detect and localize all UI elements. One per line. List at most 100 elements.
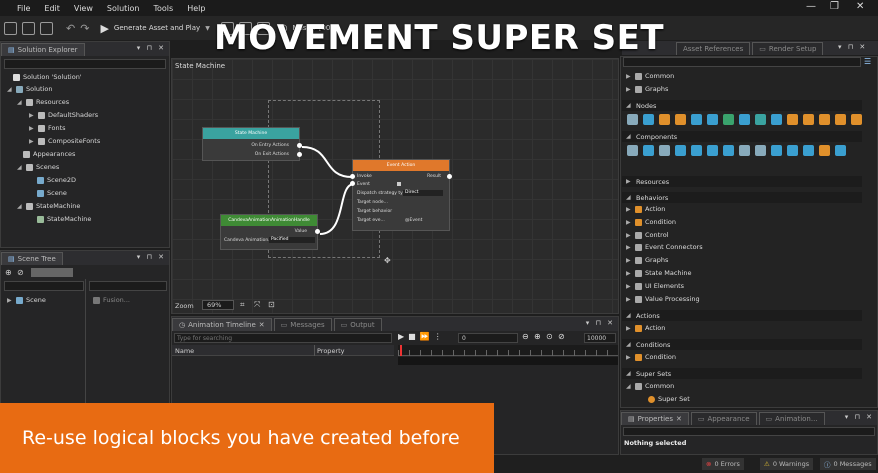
stop-icon[interactable]: ■: [408, 332, 416, 341]
node-briefcase-icon[interactable]: [659, 114, 670, 125]
behavior-ui-elements[interactable]: ▶ UI Elements: [626, 282, 684, 290]
behavior-event-connectors[interactable]: ▶ Event Connectors: [626, 243, 703, 251]
link-icon[interactable]: ⊘: [17, 268, 24, 277]
event-checkbox[interactable]: [397, 182, 401, 186]
zoom-selection-icon[interactable]: ⊡: [268, 300, 275, 309]
menu-file[interactable]: File: [10, 4, 37, 13]
collapse-icon[interactable]: ▶: [29, 138, 35, 145]
node-circle-icon[interactable]: [739, 114, 750, 125]
collapse-icon[interactable]: ▶: [626, 354, 632, 361]
expand-icon[interactable]: ◢: [626, 370, 632, 377]
tab-properties[interactable]: ▤ Properties ✕: [621, 412, 689, 425]
section-resources[interactable]: ▶ Resources: [622, 176, 862, 187]
menu-tools[interactable]: Tools: [146, 4, 180, 13]
collapse-icon[interactable]: ▶: [626, 296, 632, 303]
tree-solution[interactable]: ◢ Solution: [7, 85, 52, 93]
behavior-condition[interactable]: ▶ Condition: [626, 218, 676, 226]
component-camera-icon[interactable]: [803, 145, 814, 156]
component-group-icon[interactable]: [787, 145, 798, 156]
section-components[interactable]: ◢ Components: [622, 131, 862, 142]
column-divider[interactable]: [314, 345, 315, 356]
menu-solution[interactable]: Solution: [100, 4, 147, 13]
warnings-button[interactable]: ⚠ 0 Warnings: [760, 458, 814, 470]
collapse-icon[interactable]: ▶: [626, 232, 632, 239]
panel-pin-icon[interactable]: ▾ ⊓ ✕: [845, 413, 874, 421]
collapse-icon[interactable]: ▶: [626, 244, 632, 251]
fusion-item[interactable]: Fusion...: [93, 296, 130, 304]
playhead[interactable]: [400, 345, 402, 356]
fit-range-icon[interactable]: ⊘: [558, 332, 565, 341]
library-graphs[interactable]: ▶ Graphs: [626, 85, 668, 93]
node-layout-icon[interactable]: [771, 114, 782, 125]
keyframe-icon[interactable]: ⋮: [434, 332, 442, 341]
node-flow-icon[interactable]: [851, 114, 862, 125]
zoom-in-icon[interactable]: ⊕: [534, 332, 541, 341]
node-curve-icon[interactable]: [835, 114, 846, 125]
node-text-icon[interactable]: [787, 114, 798, 125]
collapse-icon[interactable]: ▶: [7, 297, 13, 304]
zoom-range-icon[interactable]: ⊙: [546, 332, 553, 341]
panel-pin-icon[interactable]: ▾ ⊓ ✕: [137, 253, 166, 261]
component-grid-icon[interactable]: [627, 145, 638, 156]
properties-search-input[interactable]: [623, 427, 875, 436]
input-port[interactable]: [350, 181, 355, 186]
node-animation-handle[interactable]: CandevaAnimationAnimationHandle Value Ca…: [220, 214, 320, 250]
section-behaviors[interactable]: ◢ Behaviors: [622, 192, 862, 203]
tree-scene[interactable]: Scene: [37, 189, 67, 197]
play-icon[interactable]: ▶: [398, 332, 404, 341]
actions-action[interactable]: ▶ Action: [626, 324, 665, 332]
tab-animation-timeline[interactable]: ◷ Animation Timeline ✕: [172, 318, 272, 331]
component-box-icon[interactable]: [819, 145, 830, 156]
component-refresh-icon[interactable]: [675, 145, 686, 156]
expand-icon[interactable]: ◢: [626, 133, 632, 140]
tree-appearances[interactable]: Appearances: [23, 150, 75, 158]
tree-fonts[interactable]: ▶ Fonts: [29, 124, 66, 132]
collapse-icon[interactable]: ▶: [626, 86, 632, 93]
collapse-icon[interactable]: ▶: [29, 112, 35, 119]
timeline-track[interactable]: [398, 357, 618, 365]
behavior-action[interactable]: ▶ Action: [626, 205, 665, 213]
tree-scenes[interactable]: ◢ Scenes: [17, 163, 59, 171]
close-icon[interactable]: ✕: [676, 415, 682, 423]
close-icon[interactable]: ✕: [259, 321, 265, 329]
expand-icon[interactable]: ◢: [626, 341, 632, 348]
node-refresh-icon[interactable]: [803, 114, 814, 125]
behavior-graphs[interactable]: ▶ Graphs: [626, 256, 668, 264]
collapse-icon[interactable]: ▶: [626, 257, 632, 264]
collapse-icon[interactable]: ▶: [626, 178, 632, 185]
property-search-input[interactable]: [89, 281, 167, 291]
output-port[interactable]: [447, 174, 452, 179]
expand-icon[interactable]: ◢: [626, 383, 632, 390]
node-event-action[interactable]: Event Action Invoke Result Event Dispatc…: [350, 159, 452, 231]
scene-search-input[interactable]: [4, 281, 84, 291]
time-start-input[interactable]: 0: [458, 333, 518, 343]
section-conditions[interactable]: ◢ Conditions: [622, 339, 862, 350]
filter-icon[interactable]: ⊕: [5, 268, 12, 277]
collapse-icon[interactable]: ▶: [626, 325, 632, 332]
menu-help[interactable]: Help: [180, 4, 212, 13]
component-marker-icon[interactable]: [835, 145, 846, 156]
output-port[interactable]: [297, 143, 302, 148]
expand-icon[interactable]: ◢: [626, 194, 632, 201]
column-name[interactable]: Name: [175, 347, 194, 355]
fit-icon[interactable]: ⌗: [240, 300, 245, 310]
time-end-input[interactable]: 10000: [584, 333, 616, 343]
super-sets-common[interactable]: ◢ Common: [626, 382, 674, 390]
expand-icon[interactable]: ◢: [17, 164, 23, 171]
output-port[interactable]: [297, 152, 302, 157]
tab-scene-tree[interactable]: ▤ Scene Tree: [1, 252, 63, 265]
tab-messages[interactable]: ▭ Messages: [273, 318, 332, 331]
component-cycle-icon[interactable]: [723, 145, 734, 156]
node-heart-icon[interactable]: [707, 114, 718, 125]
fast-forward-icon[interactable]: ⏩: [420, 332, 430, 341]
expand-icon[interactable]: ◢: [7, 86, 13, 93]
tab-output[interactable]: ▭ Output: [333, 318, 382, 331]
solution-search-input[interactable]: [4, 59, 166, 69]
component-text-icon[interactable]: [739, 145, 750, 156]
tree-default-shaders[interactable]: ▶ DefaultShaders: [29, 111, 98, 119]
collapse-icon[interactable]: ▶: [29, 125, 35, 132]
minimize-icon[interactable]: —: [806, 1, 816, 12]
timeline-search-input[interactable]: [174, 333, 392, 343]
node-camera-icon[interactable]: [675, 114, 686, 125]
tree-resources[interactable]: ◢ Resources: [17, 98, 69, 106]
